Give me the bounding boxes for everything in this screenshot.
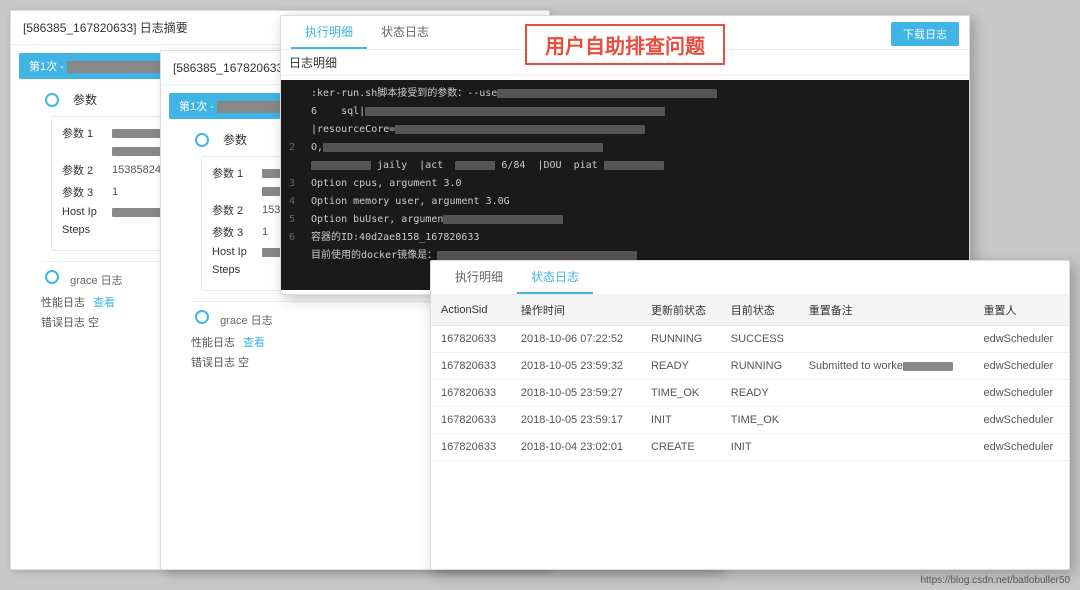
table-row: 167820633 2018-10-05 23:59:32 READY RUNN… [431, 353, 1069, 380]
td-prev-status: READY [641, 353, 721, 380]
td-time: 2018-10-04 23:02:01 [511, 434, 641, 461]
tab-execution-detail-top[interactable]: 执行明细 [291, 16, 367, 49]
th-note: 重置备注 [799, 295, 974, 326]
download-log-button[interactable]: 下载日志 [891, 22, 959, 46]
td-prev-status: TIME_OK [641, 380, 721, 407]
td-curr-status: INIT [721, 434, 799, 461]
log-line-4: 2 O, [289, 140, 961, 155]
panel-front-top: 执行明细 状态日志 用户自助排查问题 日志明细 下载日志 :ker-run.sh… [280, 15, 970, 295]
td-time: 2018-10-05 23:59:27 [511, 380, 641, 407]
th-time: 操作时间 [511, 295, 641, 326]
watermark: https://blog.csdn.net/batlobuller50 [920, 575, 1070, 586]
th-curr-status: 目前状态 [721, 295, 799, 326]
table-row: 167820633 2018-10-04 23:02:01 CREATE INI… [431, 434, 1069, 461]
log-line-1: :ker-run.sh脚本接受到的参数：--use [289, 86, 961, 101]
table-row: 167820633 2018-10-06 07:22:52 RUNNING SU… [431, 326, 1069, 353]
td-note: Submitted to worke [799, 353, 974, 380]
log-line-7: 4 Option memory user, argument 3.0G [289, 194, 961, 209]
status-table: ActionSid 操作时间 更新前状态 目前状态 重置备注 重置人 16782… [431, 295, 1069, 461]
table-row: 167820633 2018-10-05 23:59:27 TIME_OK RE… [431, 380, 1069, 407]
highlight-title: 用户自助排查问题 [525, 24, 725, 65]
tab-execution-detail-bottom[interactable]: 执行明细 [441, 261, 517, 294]
log-line-3: |resourceCore= [289, 122, 961, 137]
td-prev-status: RUNNING [641, 326, 721, 353]
td-operator: edwScheduler [973, 380, 1069, 407]
td-curr-status: READY [721, 380, 799, 407]
td-note [799, 434, 974, 461]
td-note [799, 326, 974, 353]
td-operator: edwScheduler [973, 326, 1069, 353]
log-area: :ker-run.sh脚本接受到的参数：--use 6 sql| |resour… [281, 80, 969, 290]
tab-status-log-top[interactable]: 状态日志 [367, 16, 443, 49]
td-prev-status: CREATE [641, 434, 721, 461]
td-note [799, 380, 974, 407]
log-line-2: 6 sql| [289, 104, 961, 119]
log-line-6: 3 Option cpus, argument 3.0 [289, 176, 961, 191]
th-action-sid: ActionSid [431, 295, 511, 326]
td-action-sid: 167820633 [431, 326, 511, 353]
td-curr-status: RUNNING [721, 353, 799, 380]
td-prev-status: INIT [641, 407, 721, 434]
td-action-sid: 167820633 [431, 380, 511, 407]
grace-circle-mid [195, 310, 209, 324]
td-time: 2018-10-05 23:59:17 [511, 407, 641, 434]
td-note [799, 407, 974, 434]
grace-circle [45, 270, 59, 284]
td-action-sid: 167820633 [431, 353, 511, 380]
table-row: 167820633 2018-10-05 23:59:17 INIT TIME_… [431, 407, 1069, 434]
log-line-5: jaily |act 6/84 |DOU piat [289, 158, 961, 173]
td-time: 2018-10-06 07:22:52 [511, 326, 641, 353]
circle-marker-mid [195, 133, 209, 147]
th-operator: 重置人 [973, 295, 1069, 326]
panel-front-bottom: 执行明细 状态日志 ActionSid 操作时间 更新前状态 目前状态 重置备注… [430, 260, 1070, 570]
td-operator: edwScheduler [973, 353, 1069, 380]
td-time: 2018-10-05 23:59:32 [511, 353, 641, 380]
table-header-row: ActionSid 操作时间 更新前状态 目前状态 重置备注 重置人 [431, 295, 1069, 326]
front-bottom-tabs: 执行明细 状态日志 [431, 261, 1069, 295]
td-action-sid: 167820633 [431, 434, 511, 461]
panel-back-title-text: [586385_167820633] 日志摘要 [23, 19, 188, 36]
td-curr-status: SUCCESS [721, 326, 799, 353]
td-action-sid: 167820633 [431, 407, 511, 434]
td-operator: edwScheduler [973, 407, 1069, 434]
log-line-8: 5 Option buUser, argumen [289, 212, 961, 227]
tab-status-log-bottom[interactable]: 状态日志 [517, 261, 593, 294]
perf-log-link-back[interactable]: 查看 [93, 294, 115, 310]
log-line-9: 6 容器的ID:40d2ae8158_167820633 [289, 230, 961, 245]
td-curr-status: TIME_OK [721, 407, 799, 434]
th-prev-status: 更新前状态 [641, 295, 721, 326]
circle-marker [45, 93, 59, 107]
td-operator: edwScheduler [973, 434, 1069, 461]
perf-log-link-mid[interactable]: 查看 [243, 334, 265, 350]
